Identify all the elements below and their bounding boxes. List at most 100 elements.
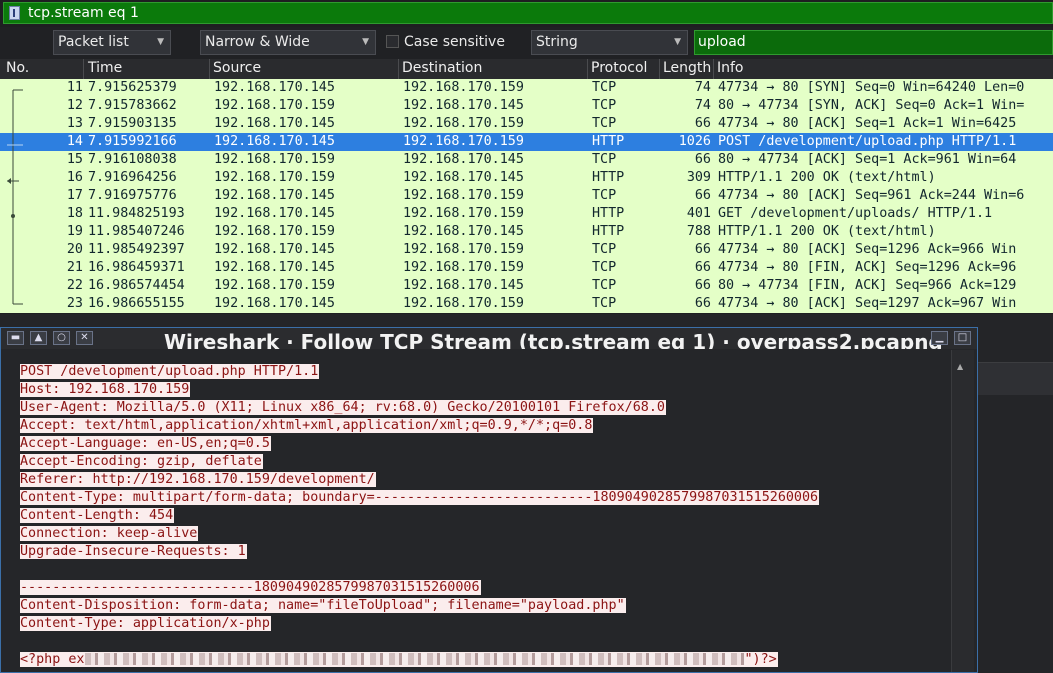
packet-row[interactable]: 21 16.986459371 192.168.170.145 192.168.170… (0, 259, 1053, 277)
filter-expression[interactable]: tcp.stream eq 1 (28, 5, 139, 21)
stream-line-text: <?php ex ")?> (20, 652, 778, 667)
chevron-down-icon: ▼ (674, 37, 681, 47)
stream-line: Content-Length: 454 (20, 507, 175, 525)
cell-length: 74 (694, 98, 711, 113)
case-sensitive-label[interactable]: Case sensitive (404, 34, 505, 50)
stream-line-text: Accept-Encoding: gzip, deflate (20, 454, 263, 469)
stream-line: Accept-Language: en-US,en;q=0.5 (20, 435, 271, 453)
column-divider[interactable] (83, 59, 84, 79)
packet-row[interactable]: 15 7.916108038 192.168.170.159 192.168.170.… (0, 151, 1053, 169)
case-sensitive-checkbox[interactable] (386, 35, 399, 48)
follow-tcp-stream-window: ▬ ▲ ○ ✕ Wireshark · Follow TCP Stream (t… (0, 327, 978, 673)
stream-line-text: -----------------------------18090490285… (20, 580, 481, 595)
search-type-select[interactable]: String ▼ (531, 30, 688, 55)
stream-line-text: POST /development/upload.php HTTP/1.1 (20, 364, 320, 379)
cell-info: HTTP/1.1 200 OK (text/html) (718, 170, 936, 185)
column-header-no[interactable]: No. (6, 60, 29, 76)
chevron-down-icon: ▼ (362, 37, 369, 47)
stream-line: Connection: keep-alive (20, 525, 199, 543)
column-divider[interactable] (713, 59, 714, 79)
stream-line-text: Accept-Language: en-US,en;q=0.5 (20, 436, 271, 451)
cell-info: 80 → 47734 [ACK] Seq=1 Ack=961 Win=64 (718, 152, 1017, 167)
search-in-select[interactable]: Packet list ▼ (53, 30, 171, 55)
cell-length: 66 (694, 260, 711, 275)
column-header-destination[interactable]: Destination (402, 60, 482, 76)
cell-length: 66 (694, 278, 711, 293)
packet-row[interactable]: 16 7.916964256 192.168.170.159 192.168.170.… (0, 169, 1053, 187)
stream-line: -----------------------------18090490285… (20, 579, 481, 597)
column-header-time[interactable]: Time (88, 60, 122, 76)
cell-length: 74 (694, 80, 711, 95)
cell-info: HTTP/1.1 200 OK (text/html) (718, 224, 936, 239)
scroll-up-icon[interactable]: ▲ (957, 362, 963, 371)
stream-line: Accept: text/html,application/xhtml+xml,… (20, 417, 594, 435)
cell-info: 80 → 47734 [FIN, ACK] Seq=966 Ack=129 (718, 278, 1017, 293)
cell-length: 309 (686, 170, 711, 185)
column-header-source[interactable]: Source (213, 60, 261, 76)
window-titlebar[interactable]: ▬ ▲ ○ ✕ Wireshark · Follow TCP Stream (t… (1, 328, 977, 349)
keep-above-icon[interactable]: ▲ (30, 331, 47, 345)
window-title: Wireshark · Follow TCP Stream (tcp.strea… (164, 330, 943, 349)
cell-length: 66 (694, 152, 711, 167)
column-header-info[interactable]: Info (717, 60, 744, 76)
column-header-protocol[interactable]: Protocol (591, 60, 647, 76)
minimize-icon[interactable]: ▁ (931, 331, 948, 345)
stream-line-text: Upgrade-Insecure-Requests: 1 (20, 544, 247, 559)
char-width-select[interactable]: Narrow & Wide ▼ (200, 30, 376, 55)
column-divider[interactable] (659, 59, 660, 79)
window-menu-icon[interactable]: ▬ (7, 331, 24, 345)
packet-row[interactable]: 20 11.985492397 192.168.170.145 192.168.170… (0, 241, 1053, 259)
column-header-length[interactable]: Length (663, 60, 711, 76)
column-divider[interactable] (398, 59, 399, 79)
stream-line-text: Connection: keep-alive (20, 526, 199, 541)
shade-icon[interactable]: ○ (53, 331, 70, 345)
packet-row[interactable]: 17 7.916975776 192.168.170.145 192.168.170.… (0, 187, 1053, 205)
vertical-scrollbar[interactable]: ▲ (951, 350, 974, 672)
packet-row[interactable]: 11 7.915625379 192.168.170.145 192.168.170.… (0, 79, 1053, 97)
selected-packet-row[interactable]: 14 7.915992166 192.168.170.145 192.168.170.… (0, 133, 1053, 151)
cell-length: 66 (694, 296, 711, 311)
payload-prefix: <?php ex (20, 652, 85, 667)
stream-content[interactable]: POST /development/upload.php HTTP/1.1 Hos… (8, 350, 950, 672)
packet-row[interactable]: 12 7.915783662 192.168.170.159 192.168.170.… (0, 97, 1053, 115)
stream-line-text: Content-Length: 454 (20, 508, 175, 523)
search-type-value: String (536, 34, 578, 50)
stream-line: Content-Type: multipart/form-data; bound… (20, 489, 820, 507)
display-filter-input[interactable]: tcp.stream eq 1 (3, 2, 1053, 24)
stream-line-text: Referer: http://192.168.170.159/developm… (20, 472, 376, 487)
cell-length: 66 (694, 116, 711, 131)
packet-list-header: No. Time Source Destination Protocol Len… (0, 59, 1053, 80)
packet-row[interactable]: 23 16.986655155 192.168.170.145 192.168.170… (0, 295, 1053, 313)
cell-info: 47734 → 80 [ACK] Seq=1 Ack=1 Win=6425 (718, 116, 1017, 131)
cell-length: 788 (686, 224, 711, 239)
cell-length: 401 (686, 206, 711, 221)
packet-row[interactable]: 13 7.915903135 192.168.170.145 192.168.170.… (0, 115, 1053, 133)
cell-length: 1026 (678, 134, 711, 149)
cell-info: 47734 → 80 [ACK] Seq=961 Ack=244 Win=6 (718, 188, 1025, 203)
cell-info: 47734 → 80 [ACK] Seq=1297 Ack=967 Win (718, 296, 1017, 311)
packet-row[interactable]: 18 11.984825193 192.168.170.145 192.168.170… (0, 205, 1053, 223)
cell-info: 47734 → 80 [ACK] Seq=1296 Ack=966 Win (718, 242, 1017, 257)
packet-list[interactable]: 11 7.915625379 192.168.170.145 192.168.170.… (0, 79, 1053, 313)
stream-line-payload: <?php ex ")?> (20, 651, 778, 669)
cell-info: 80 → 47734 [SYN, ACK] Seq=0 Ack=1 Win= (718, 98, 1025, 113)
find-packet-bar: Packet list ▼ Narrow & Wide ▼ Case sensi… (0, 27, 1053, 59)
search-in-value: Packet list (58, 34, 129, 50)
cell-length: 66 (694, 188, 711, 203)
close-icon[interactable]: ✕ (76, 331, 93, 345)
packet-row[interactable]: 22 16.986574454 192.168.170.159 192.168.170… (0, 277, 1053, 295)
packet-row[interactable]: 19 11.985407246 192.168.170.159 192.168.170… (0, 223, 1053, 241)
stream-line: User-Agent: Mozilla/5.0 (X11; Linux x86_… (20, 399, 666, 417)
related-packets-indicator (7, 89, 23, 305)
cell-info: 47734 → 80 [FIN, ACK] Seq=1296 Ack=96 (718, 260, 1017, 275)
bookmark-icon[interactable] (9, 6, 20, 20)
column-divider[interactable] (209, 59, 210, 79)
chevron-down-icon: ▼ (157, 37, 164, 47)
stream-line: Host: 192.168.170.159 (20, 381, 191, 399)
stream-line-text: Accept: text/html,application/xhtml+xml,… (20, 418, 594, 433)
column-divider[interactable] (587, 59, 588, 79)
search-input[interactable]: upload (694, 30, 1053, 55)
maximize-icon[interactable]: □ (954, 331, 971, 345)
stream-line: Content-Disposition: form-data; name="fi… (20, 597, 626, 615)
stream-line: POST /development/upload.php HTTP/1.1 (20, 363, 320, 381)
